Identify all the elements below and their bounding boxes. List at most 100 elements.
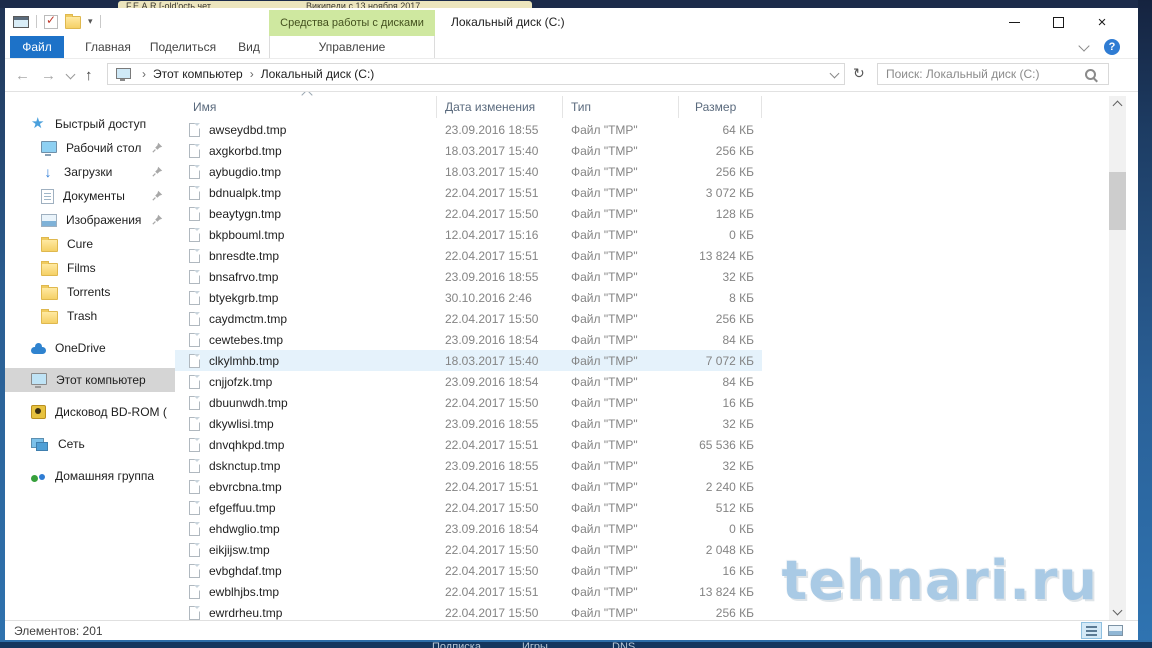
file-row[interactable]: ehdwglio.tmp 23.09.2016 18:54 Файл "TMP" 0 … — [175, 518, 762, 539]
sidebar-item-films[interactable]: Films — [5, 256, 175, 280]
file-row[interactable]: cnjjofzk.tmp 23.09.2016 18:54 Файл "TMP" 84… — [175, 371, 762, 392]
explorer-icon — [13, 15, 29, 28]
cloud-icon — [31, 342, 46, 354]
file-row[interactable]: btyekgrb.tmp 30.10.2016 2:46 Файл "TMP" 8 К… — [175, 287, 762, 308]
search-input[interactable]: Поиск: Локальный диск (C:) — [877, 63, 1109, 85]
pin-icon — [152, 142, 163, 156]
address-dropdown-icon[interactable] — [829, 68, 840, 78]
column-header-label: Имя — [193, 100, 217, 114]
file-row[interactable]: bkpbouml.tmp 12.04.2017 15:16 Файл "TMP" 0 … — [175, 224, 762, 245]
file-row[interactable]: aybugdio.tmp 18.03.2017 15:40 Файл "TMP" 25… — [175, 161, 762, 182]
file-row[interactable]: dnvqhkpd.tmp 22.04.2017 15:51 Файл "TMP" 65… — [175, 434, 762, 455]
tab-share[interactable]: Поделиться — [143, 36, 223, 58]
column-header-name[interactable]: Имя — [175, 92, 437, 118]
file-row[interactable]: dsknctup.tmp 23.09.2016 18:55 Файл "TMP" 32… — [175, 455, 762, 476]
breadcrumb-this-pc[interactable]: Этот компьютер — [153, 67, 243, 81]
sidebar-items: Быстрый доступ Рабочий стол Загрузки Докуме… — [5, 112, 175, 488]
nav-buttons: ← → ↑ — [15, 59, 93, 91]
address-bar[interactable]: › Этот компьютер › Локальный диск (C:) — [107, 63, 845, 85]
file-type: Файл "TMP" — [571, 500, 638, 515]
file-icon — [189, 563, 200, 578]
file-name: ewrdrheu.tmp — [209, 605, 283, 620]
file-row[interactable]: efgeffuu.tmp 22.04.2017 15:50 Файл "TMP" 51… — [175, 497, 762, 518]
details-view-button[interactable] — [1081, 622, 1102, 639]
file-name: caydmctm.tmp — [209, 311, 288, 326]
file-row[interactable]: awseydbd.tmp 23.09.2016 18:55 Файл "TMP" 64… — [175, 119, 762, 140]
file-row[interactable]: dkywlisi.tmp 23.09.2016 18:55 Файл "TMP" 32… — [175, 413, 762, 434]
sidebar-item-quick-access[interactable]: Быстрый доступ — [5, 112, 175, 136]
background-browser-strip: F.E.A.R [-old'octь чет Википеди с 13 ноя… — [0, 0, 1152, 8]
scrollbar-thumb[interactable] — [1109, 172, 1126, 230]
new-folder-icon[interactable] — [65, 14, 81, 29]
back-button[interactable]: ← — [15, 67, 30, 84]
sidebar-item-homegroup[interactable]: Домашняя группа — [5, 464, 175, 488]
file-name: ehdwglio.tmp — [209, 521, 280, 536]
tab-view[interactable]: Вид — [227, 36, 271, 58]
folder-icon — [41, 260, 58, 276]
background-tab-label: Википеди с 13 ноября 2017 — [306, 1, 421, 8]
scrollbar-up-button[interactable] — [1109, 96, 1126, 112]
column-header-label: Дата изменения — [445, 100, 536, 114]
file-row[interactable]: axgkorbd.tmp 18.03.2017 15:40 Файл "TMP" 25… — [175, 140, 762, 161]
file-row[interactable]: ebvrcbna.tmp 22.04.2017 15:51 Файл "TMP" 2 … — [175, 476, 762, 497]
file-date: 18.03.2017 15:40 — [445, 143, 539, 158]
file-size: 32 КБ — [722, 458, 754, 473]
sidebar-item-cure[interactable]: Cure — [5, 232, 175, 256]
refresh-button[interactable]: ↻ — [853, 65, 865, 82]
column-header-type[interactable]: Тип — [563, 96, 679, 118]
scrollbar-down-button[interactable] — [1109, 604, 1126, 620]
sidebar-item-network[interactable]: Сеть — [5, 432, 175, 456]
file-name: dkywlisi.tmp — [209, 416, 274, 431]
file-row[interactable]: beaytygn.tmp 22.04.2017 15:50 Файл "TMP" 12… — [175, 203, 762, 224]
file-date: 23.09.2016 18:55 — [445, 269, 539, 284]
file-row[interactable]: ewrdrheu.tmp 22.04.2017 15:50 Файл "TMP" 25… — [175, 602, 762, 620]
sidebar-item-onedrive[interactable]: OneDrive — [5, 336, 175, 360]
file-size: 128 КБ — [715, 206, 754, 221]
disc-icon — [31, 405, 46, 419]
vertical-scrollbar[interactable] — [1109, 96, 1126, 620]
breadcrumb-local-disk-c[interactable]: Локальный диск (C:) — [261, 67, 375, 81]
sidebar-item-label: Trash — [67, 309, 98, 323]
file-row[interactable]: dbuunwdh.tmp 22.04.2017 15:50 Файл "TMP" 16… — [175, 392, 762, 413]
file-row[interactable]: eikjijsw.tmp 22.04.2017 15:50 Файл "TMP" 2 … — [175, 539, 762, 560]
file-type: Файл "TMP" — [571, 290, 638, 305]
column-header-size[interactable]: Размер — [679, 96, 762, 118]
up-button[interactable]: ↑ — [85, 67, 93, 84]
sidebar-item-trash[interactable]: Trash — [5, 304, 175, 328]
file-row[interactable]: clkylmhb.tmp 18.03.2017 15:40 Файл "TMP" 7 … — [175, 350, 762, 371]
file-row[interactable]: evbghdaf.tmp 22.04.2017 15:50 Файл "TMP" 16… — [175, 560, 762, 581]
tab-home[interactable]: Главная — [77, 36, 139, 58]
qat-customize-icon[interactable]: ▾ — [88, 17, 93, 26]
help-icon[interactable]: ? — [1104, 39, 1120, 55]
sidebar-item-downloads[interactable]: Загрузки — [5, 160, 175, 184]
ribbon-collapse-icon[interactable] — [1078, 39, 1090, 52]
column-header-date[interactable]: Дата изменения — [437, 96, 563, 118]
sidebar-item-pictures[interactable]: Изображения — [5, 208, 175, 232]
sidebar-item-documents[interactable]: Документы — [5, 184, 175, 208]
maximize-button[interactable] — [1036, 8, 1080, 36]
file-icon — [189, 521, 200, 536]
sidebar-item-desktop[interactable]: Рабочий стол — [5, 136, 175, 160]
sidebar-item-bd-rom[interactable]: Дисковод BD-ROM ( — [5, 400, 175, 424]
file-row[interactable]: cewtebes.tmp 23.09.2016 18:54 Файл "TMP" 84… — [175, 329, 762, 350]
separator — [36, 15, 37, 28]
sidebar-item-torrents[interactable]: Torrents — [5, 280, 175, 304]
thumbnails-view-button[interactable] — [1105, 622, 1126, 639]
file-row[interactable]: bdnualpk.tmp 22.04.2017 15:51 Файл "TMP" 3 … — [175, 182, 762, 203]
file-row[interactable]: bnresdte.tmp 22.04.2017 15:51 Файл "TMP" 13… — [175, 245, 762, 266]
close-button[interactable]: × — [1080, 8, 1124, 36]
file-icon — [189, 185, 200, 200]
forward-button[interactable]: → — [41, 67, 56, 84]
file-row[interactable]: bnsafrvo.tmp 23.09.2016 18:55 Файл "TMP" 32… — [175, 266, 762, 287]
minimize-button[interactable] — [992, 8, 1036, 36]
file-row[interactable]: caydmctm.tmp 22.04.2017 15:50 Файл "TMP" 25… — [175, 308, 762, 329]
recent-locations-icon[interactable] — [65, 69, 76, 79]
file-row[interactable]: ewblhjbs.tmp 22.04.2017 15:51 Файл "TMP" 13… — [175, 581, 762, 602]
file-icon — [189, 206, 200, 221]
file-icon — [189, 227, 200, 242]
tab-file[interactable]: Файл — [10, 36, 64, 58]
sidebar-item-this-pc[interactable]: Этот компьютер — [5, 368, 175, 392]
tab-manage[interactable]: Управление — [269, 36, 435, 58]
properties-icon[interactable] — [44, 13, 58, 29]
file-date: 23.09.2016 18:55 — [445, 458, 539, 473]
